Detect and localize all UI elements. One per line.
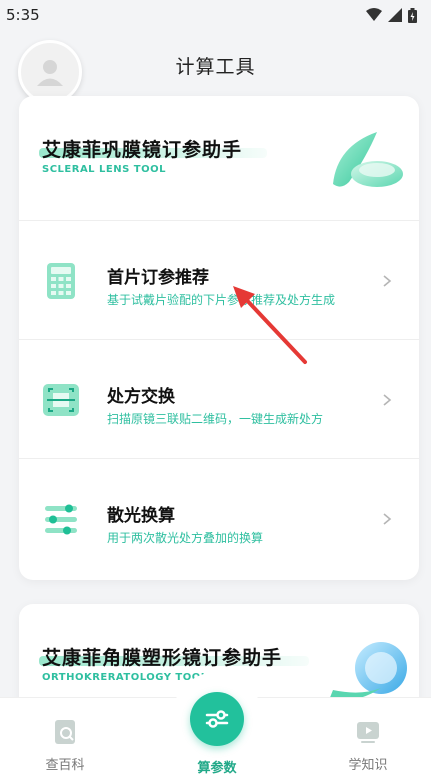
encyclopedia-icon: [55, 720, 75, 744]
calculator-icon: [47, 263, 75, 299]
scleral-card-header: 艾康菲巩膜镜订参助手 SCLERAL LENS TOOL: [19, 96, 419, 221]
wifi-icon: [366, 8, 382, 21]
nav-item-encyclopedia[interactable]: 查百科: [30, 718, 100, 773]
list-item-description: 基于试戴片验配的下片参数推荐及处方生成: [107, 293, 336, 307]
status-time: 5:35: [6, 6, 40, 24]
chevron-right-icon: [383, 394, 392, 406]
list-item-astigmatism-conversion[interactable]: 散光换算 用于两次散光处方叠加的换算: [19, 459, 419, 578]
nav-label-calculate: 算参数: [197, 761, 237, 776]
scleral-lens-card: 艾康菲巩膜镜订参助手 SCLERAL LENS TOOL 首片订参推荐 基于试戴…: [19, 96, 419, 580]
list-item-description: 用于两次散光处方叠加的换算: [107, 531, 264, 545]
qr-scan-icon: [43, 384, 79, 416]
list-item-title: 散光换算: [107, 506, 175, 526]
status-icons: [366, 7, 417, 23]
ortho-card-subtitle: ORTHOKRERATOLOGY TOOL: [42, 672, 208, 683]
ortho-card-title: 艾康菲角膜塑形镜订参助手: [42, 647, 283, 669]
toggle-switch-icon: [205, 710, 229, 728]
sliders-icon: [45, 504, 77, 535]
scleral-card-subtitle: SCLERAL LENS TOOL: [42, 164, 166, 175]
battery-icon: [408, 7, 417, 23]
video-play-icon: [357, 722, 379, 743]
status-bar: 5:35: [0, 0, 431, 30]
page-title: 计算工具: [175, 56, 256, 78]
signal-icon: [388, 8, 402, 22]
scleral-card-title: 艾康菲巩膜镜订参助手: [42, 139, 243, 161]
list-item-title: 首片订参推荐: [107, 268, 209, 288]
nav-item-calculate-button[interactable]: [190, 692, 244, 746]
nav-label: 查百科: [45, 758, 85, 773]
scleral-lens-illustration: [333, 132, 403, 187]
list-item-prescription-exchange[interactable]: 处方交换 扫描原镜三联贴二维码，一键生成新处方: [19, 340, 419, 459]
list-item-description: 扫描原镜三联贴二维码，一键生成新处方: [107, 412, 324, 426]
nav-item-knowledge[interactable]: 学知识: [333, 718, 403, 773]
list-item-title: 处方交换: [107, 387, 175, 407]
nav-label: 学知识: [348, 758, 388, 773]
chevron-right-icon: [383, 275, 392, 287]
chevron-right-icon: [383, 513, 392, 525]
header: 计算工具: [0, 36, 431, 104]
list-item-first-lens-recommend[interactable]: 首片订参推荐 基于试戴片验配的下片参数推荐及处方生成: [19, 221, 419, 340]
